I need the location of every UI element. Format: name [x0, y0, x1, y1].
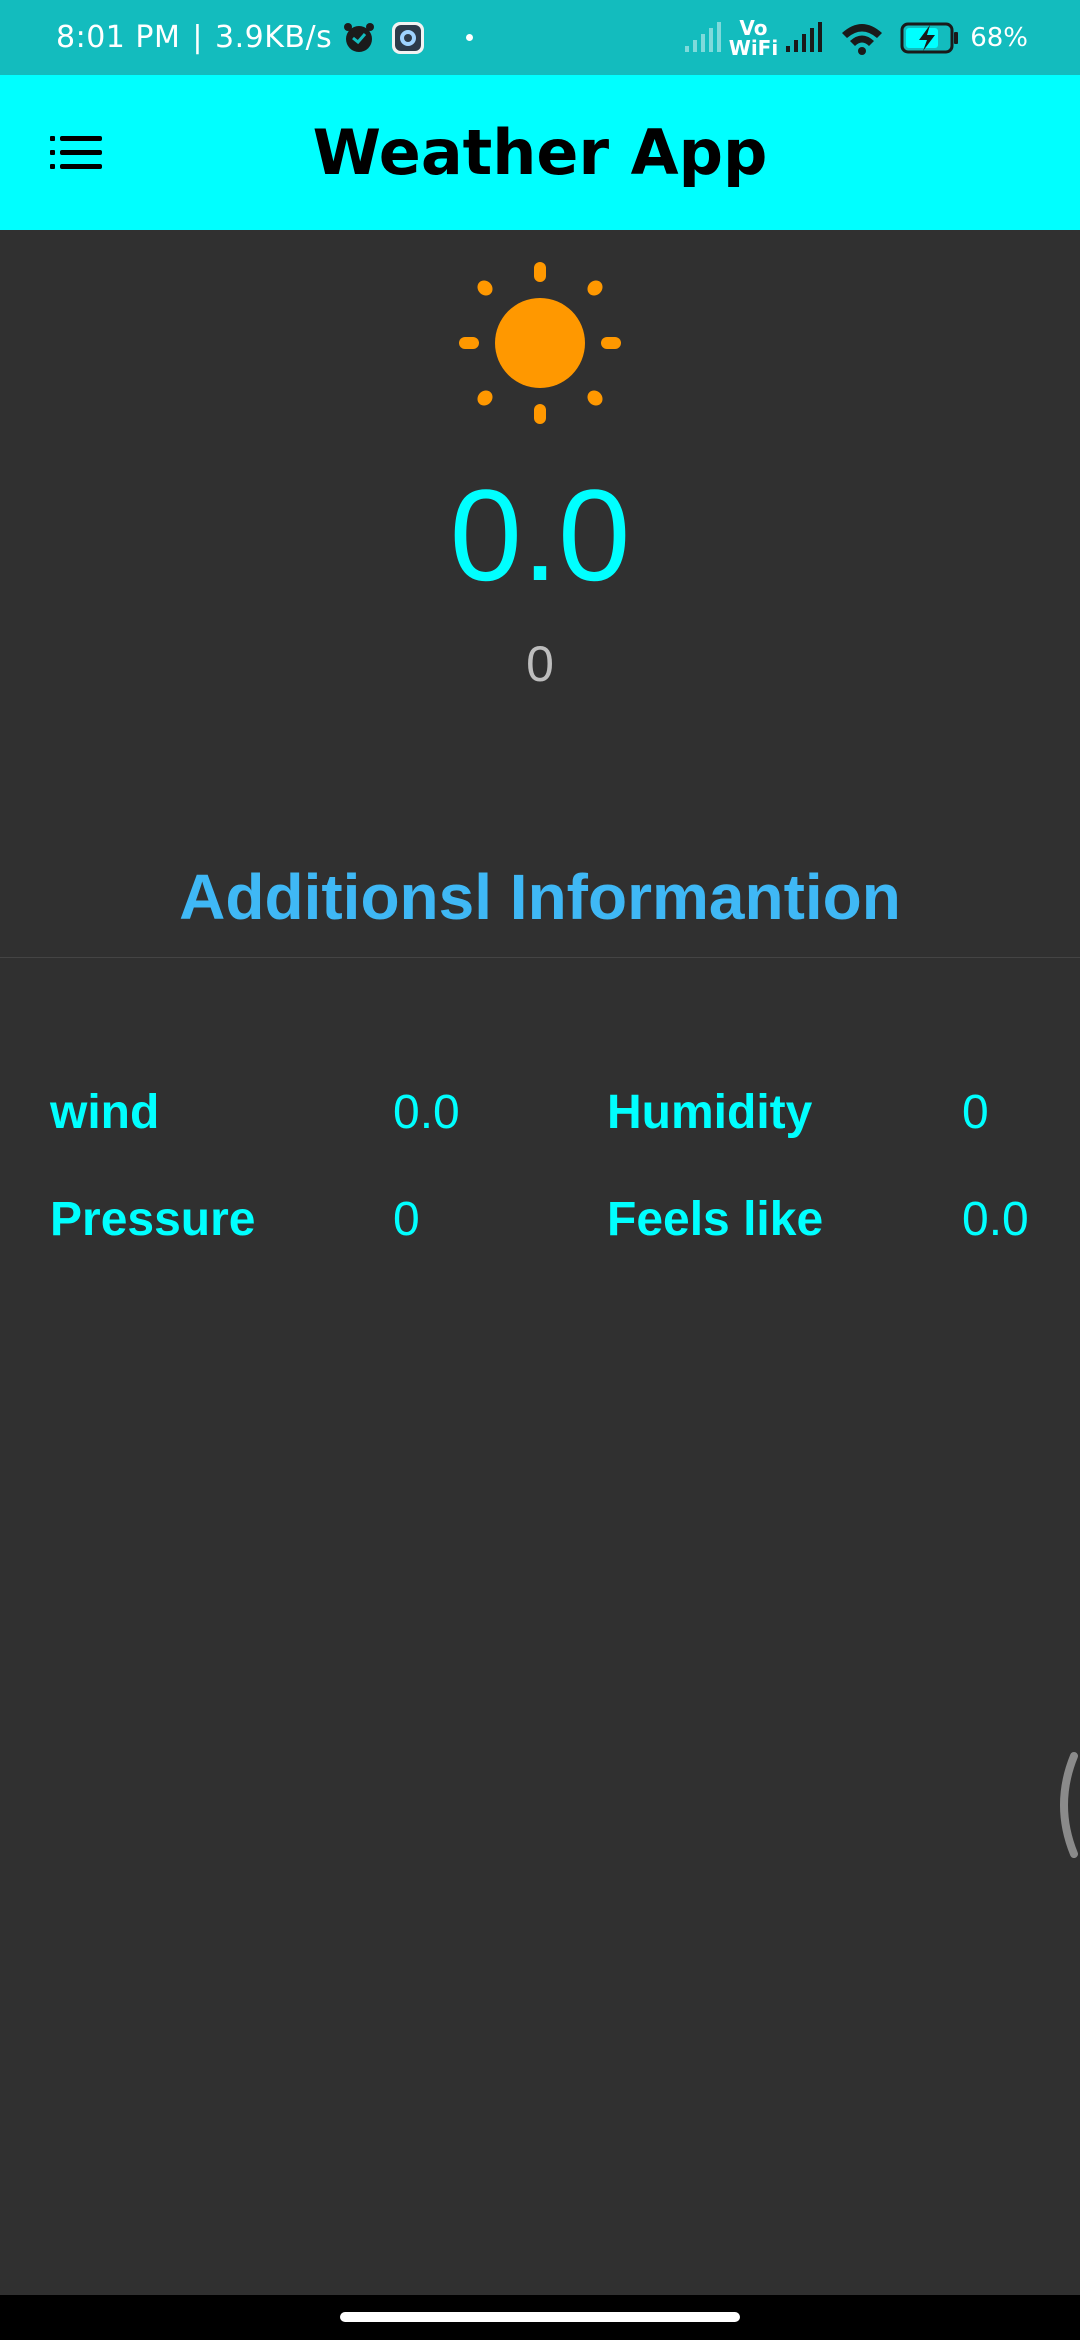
battery-percentage: 68%: [970, 22, 1028, 53]
feels-like-label: Feels like: [607, 1193, 824, 1246]
vowifi-bottom: WiFi: [728, 35, 779, 60]
navigation-bar: [0, 2295, 1080, 2340]
vowifi-indicator: Vo WiFi: [729, 18, 778, 58]
signal-icon: [684, 21, 721, 52]
settings-app-icon: [392, 21, 425, 54]
menu-icon[interactable]: [40, 125, 112, 181]
home-indicator[interactable]: [340, 2312, 740, 2322]
network-speed: 3.9KB/s: [215, 20, 333, 55]
wind-value: 0.0: [393, 1086, 460, 1139]
status-right: Vo WiFi 68%: [683, 0, 1028, 75]
status-bar: 8:01 PM | 3.9KB/s Vo WiFi 68%: [0, 0, 1080, 75]
temperature-value: 0.0: [449, 462, 631, 608]
alarm-icon: [344, 22, 375, 52]
status-time: 8:01 PM: [56, 20, 181, 55]
wifi-icon: [842, 23, 883, 55]
pressure-label: Pressure: [50, 1193, 256, 1246]
sun-icon: [459, 262, 621, 424]
vowifi-top: Vo: [739, 15, 768, 40]
weather-description: 0: [526, 636, 554, 692]
app-bar: Weather App: [0, 75, 1080, 230]
divider: [0, 957, 1080, 958]
notification-dot-icon: [466, 34, 474, 41]
pressure-value: 0: [393, 1193, 420, 1246]
battery-charging-icon: [900, 22, 959, 53]
additional-info-title: Additionsl Informantion: [179, 861, 901, 933]
humidity-value: 0: [962, 1086, 989, 1139]
menu-icon-glyph: [50, 136, 102, 169]
status-separator: |: [192, 20, 203, 55]
humidity-label: Humidity: [607, 1086, 813, 1139]
signal-icon-2: [786, 21, 823, 52]
status-left: 8:01 PM | 3.9KB/s: [56, 0, 474, 75]
feels-like-value: 0.0: [962, 1193, 1029, 1246]
app-title: Weather App: [312, 116, 768, 189]
edge-gesture-handle[interactable]: [1050, 1750, 1080, 1860]
wind-label: wind: [50, 1086, 160, 1139]
